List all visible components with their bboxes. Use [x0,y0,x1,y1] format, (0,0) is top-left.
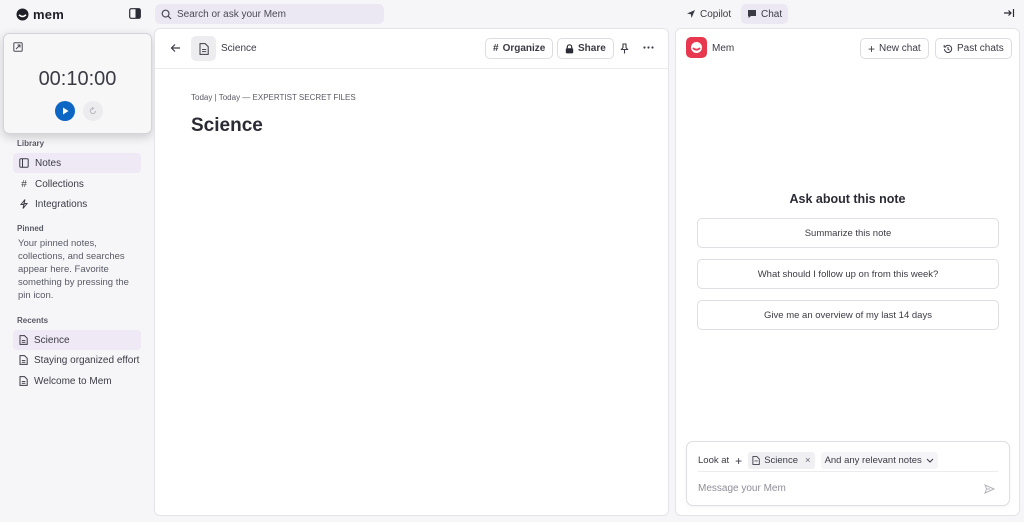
chat-label: Chat [761,8,783,20]
collapse-right-icon [1004,9,1015,17]
recents-heading: Recents [17,316,49,325]
pinned-heading: Pinned [17,224,44,233]
sidebar-item-notes[interactable]: Notes [13,153,141,173]
document-icon [752,456,760,465]
message-input[interactable]: Message your Mem [698,483,786,494]
copilot-tab[interactable]: Copilot [680,4,737,24]
lock-icon [565,43,574,53]
app-logo[interactable]: mem [16,7,64,22]
hash-icon: # [21,178,27,190]
timer-display: 00:10:00 [38,68,117,90]
recent-item-label: Staying organized effort [34,354,140,366]
reset-icon [89,107,96,115]
bolt-icon [19,199,29,209]
document-icon [19,335,28,345]
look-at-label: Look at [698,455,730,466]
sidebar-item-label: Collections [35,178,84,190]
sidebar-item-label: Notes [35,157,62,169]
more-horizontal-icon [643,46,654,49]
more-options-button[interactable] [643,46,654,49]
scope-label: And any relevant notes [824,455,922,466]
search-bar[interactable]: Search or ask your Mem [155,4,384,24]
search-placeholder: Search or ask your Mem [177,8,286,20]
search-icon [161,9,172,19]
recent-item-staying-organized[interactable]: Staying organized effort [13,350,141,370]
sidebar: 00:10:00 Library Notes # Collections Int… [0,28,154,522]
chevron-down-icon [926,458,934,463]
note-type-badge [191,36,216,61]
ask-heading: Ask about this note [789,192,906,206]
mem-logo-icon [691,42,702,53]
share-button[interactable]: Share [557,38,614,59]
copilot-label: Copilot [700,8,732,20]
sidebar-item-label: Integrations [35,198,88,210]
suggestion-follow-up[interactable]: What should I follow up on from this wee… [697,259,999,289]
sidebar-item-integrations[interactable]: Integrations [13,194,141,214]
pin-button[interactable] [620,43,629,54]
scope-dropdown[interactable]: And any relevant notes [820,452,938,469]
send-icon [984,484,995,494]
past-chats-button[interactable]: Past chats [935,38,1012,59]
organize-button[interactable]: # Organize [485,38,554,59]
document-icon [19,355,28,365]
timer-expand-button[interactable] [13,42,23,52]
pin-icon [620,43,629,54]
back-button[interactable] [170,43,181,53]
hash-icon: # [493,43,499,54]
organize-label: Organize [502,43,546,54]
note-header: Science # Organize Share [155,29,668,69]
sidebar-item-collections[interactable]: # Collections [13,174,141,194]
context-chip[interactable]: Science × [748,452,815,469]
back-arrow-icon [170,44,180,52]
notes-icon [19,158,29,168]
document-icon [199,42,209,55]
note-title[interactable]: Science [191,115,263,137]
recent-item-welcome[interactable]: Welcome to Mem [13,371,141,391]
note-meta: Today | Today — EXPERTIST SECRET FILES [191,93,356,102]
app-name: mem [33,7,64,22]
note-panel: Science # Organize Share Today | Today —… [154,28,669,516]
top-bar: mem Search or ask your Mem Copilot Chat [0,0,1024,28]
chat-bubble-icon [748,10,756,18]
add-context-icon[interactable]: + [735,454,742,468]
pinned-empty-text: Your pinned notes, collections, and sear… [18,238,129,301]
collapse-panel-button[interactable] [1003,8,1015,18]
context-chip-label: Science [764,455,798,466]
recent-item-science[interactable]: Science [13,330,141,350]
recent-item-label: Science [34,334,70,346]
plus-icon: + [868,41,876,56]
mem-avatar [686,37,707,58]
suggestion-summarize[interactable]: Summarize this note [697,218,999,248]
remove-chip-icon[interactable]: × [805,455,811,466]
suggestion-overview[interactable]: Give me an overview of my last 14 days [697,300,999,330]
timer-play-button[interactable] [55,101,75,121]
sidebar-toggle-button[interactable] [129,8,141,19]
sidebar-toggle-icon [129,8,141,19]
library-heading: Library [17,139,45,148]
mem-logo-icon [16,8,29,21]
timer-reset-button[interactable] [83,101,103,121]
chat-panel: Mem + New chat Past chats Ask about this… [675,28,1020,516]
past-chats-label: Past chats [957,43,1004,54]
document-icon [19,376,28,386]
expand-icon [13,42,23,52]
navigation-arrow-icon [687,10,695,18]
timer-widget: 00:10:00 [3,33,152,134]
chat-composer: Look at + Science × And any relevant not… [686,441,1010,506]
recent-item-label: Welcome to Mem [34,375,112,387]
chat-assistant-name: Mem [712,43,735,54]
breadcrumb[interactable]: Science [221,43,257,54]
play-icon [62,107,68,115]
new-chat-label: New chat [879,43,921,54]
chat-tab[interactable]: Chat [741,4,789,24]
share-label: Share [578,43,606,54]
send-button[interactable] [984,484,995,494]
history-icon [943,44,953,53]
context-row: Look at + Science × And any relevant not… [698,450,998,472]
new-chat-button[interactable]: + New chat [860,38,929,59]
